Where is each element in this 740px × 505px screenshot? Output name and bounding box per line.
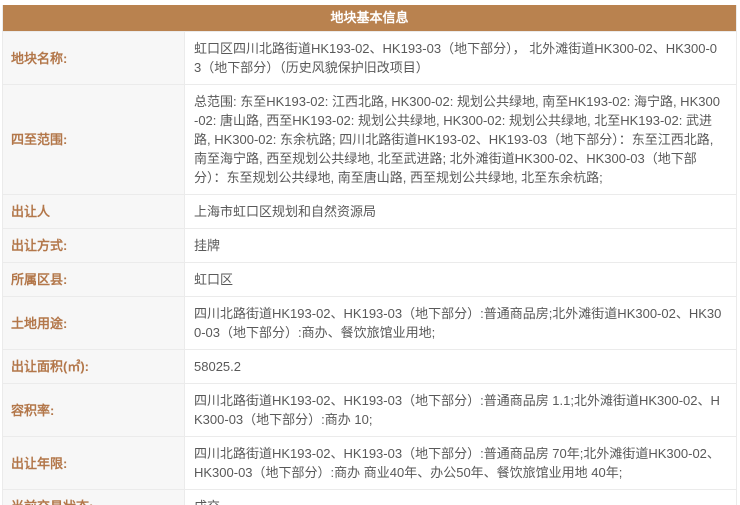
row-value: 成交 (185, 490, 736, 505)
row-value: 四川北路街道HK193-02、HK193-03（地下部分）:普通商品房;北外滩街… (185, 297, 736, 349)
table-row-boundaries: 四至范围: 总范围: 东至HK193-02: 江西北路, HK300-02: 规… (3, 84, 736, 194)
table-row-parcel-name: 地块名称: 虹口区四川北路街道HK193-02、HK193-03（地下部分）， … (3, 31, 736, 84)
table-row-plot-ratio: 容积率: 四川北路街道HK193-02、HK193-03（地下部分）:普通商品房… (3, 383, 736, 436)
row-value-text: 四川北路街道HK193-02、HK193-03（地下部分）:普通商品房 70年;… (194, 444, 724, 482)
row-value: 四川北路街道HK193-02、HK193-03（地下部分）:普通商品房 70年;… (185, 437, 736, 489)
row-value-text: 挂牌 (194, 236, 220, 255)
table-row-land-use: 土地用途: 四川北路街道HK193-02、HK193-03（地下部分）:普通商品… (3, 296, 736, 349)
row-label: 四至范围: (3, 85, 185, 194)
row-value-text: 虹口区四川北路街道HK193-02、HK193-03（地下部分）， 北外滩街道H… (194, 39, 724, 77)
row-value-text: 成交 (194, 497, 220, 505)
table-row-transfer-term: 出让年限: 四川北路街道HK193-02、HK193-03（地下部分）:普通商品… (3, 436, 736, 489)
row-value-text: 总范围: 东至HK193-02: 江西北路, HK300-02: 规划公共绿地,… (194, 92, 724, 187)
row-value: 四川北路街道HK193-02、HK193-03（地下部分）:普通商品房 1.1;… (185, 384, 736, 436)
row-value: 上海市虹口区规划和自然资源局 (185, 195, 736, 228)
table-row-transfer-area: 出让面积(㎡): 58025.2 (3, 349, 736, 383)
page: 地块基本信息 地块名称: 虹口区四川北路街道HK193-02、HK193-03（… (0, 0, 740, 505)
row-label: 地块名称: (3, 32, 185, 84)
row-label: 土地用途: (3, 297, 185, 349)
row-label: 出让方式: (3, 229, 185, 262)
row-value: 58025.2 (185, 350, 736, 383)
row-label: 所属区县: (3, 263, 185, 296)
row-value-text: 四川北路街道HK193-02、HK193-03（地下部分）:普通商品房 1.1;… (194, 391, 724, 429)
table-row-transaction-status: 当前交易状态: 成交 (3, 489, 736, 505)
row-value: 虹口区 (185, 263, 736, 296)
table-title: 地块基本信息 (3, 5, 736, 31)
table-row-district: 所属区县: 虹口区 (3, 262, 736, 296)
row-value-text: 58025.2 (194, 357, 241, 376)
row-value: 虹口区四川北路街道HK193-02、HK193-03（地下部分）， 北外滩街道H… (185, 32, 736, 84)
row-label: 容积率: (3, 384, 185, 436)
row-value-text: 四川北路街道HK193-02、HK193-03（地下部分）:普通商品房;北外滩街… (194, 304, 724, 342)
table-row-transfer-method: 出让方式: 挂牌 (3, 228, 736, 262)
row-value-text: 虹口区 (194, 270, 233, 289)
row-label: 出让面积(㎡): (3, 350, 185, 383)
table-row-transferor: 出让人 上海市虹口区规划和自然资源局 (3, 194, 736, 228)
row-label: 出让年限: (3, 437, 185, 489)
row-value: 总范围: 东至HK193-02: 江西北路, HK300-02: 规划公共绿地,… (185, 85, 736, 194)
row-label: 出让人 (3, 195, 185, 228)
land-info-table: 地块基本信息 地块名称: 虹口区四川北路街道HK193-02、HK193-03（… (2, 5, 737, 505)
row-value-text: 上海市虹口区规划和自然资源局 (194, 202, 376, 221)
row-value: 挂牌 (185, 229, 736, 262)
row-label: 当前交易状态: (3, 490, 185, 505)
